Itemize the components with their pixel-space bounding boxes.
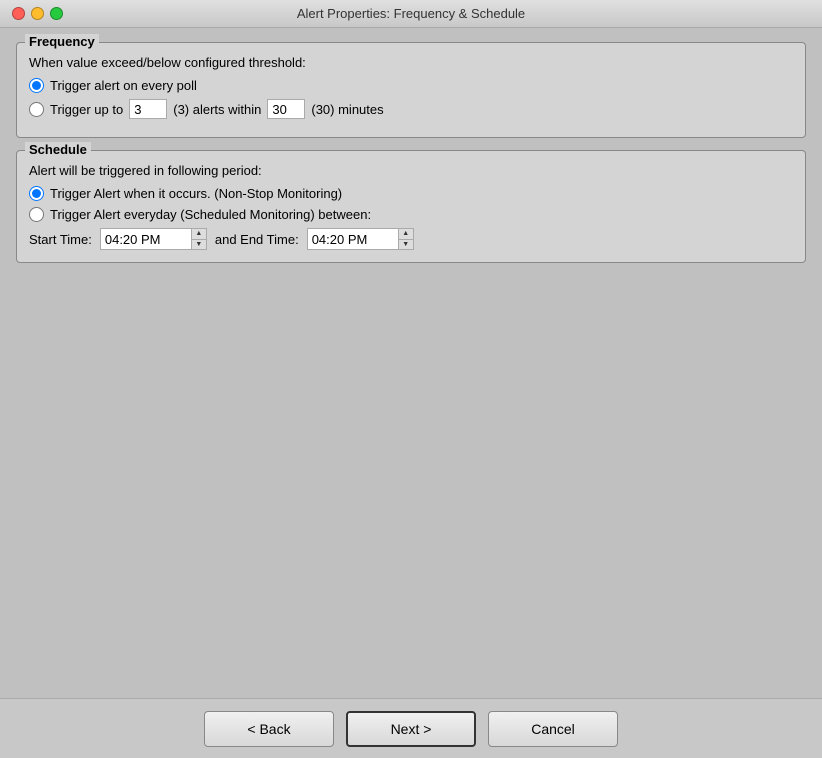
schedule-radio1-label: Trigger Alert when it occurs. (Non-Stop … <box>50 186 342 201</box>
frequency-radio1-label: Trigger alert on every poll <box>50 78 197 93</box>
schedule-section: Schedule Alert will be triggered in foll… <box>16 150 806 263</box>
frequency-description: When value exceed/below configured thres… <box>29 55 793 70</box>
time-row: Start Time: ▲ ▼ and End Time: ▲ ▼ <box>29 228 793 250</box>
main-content: Frequency When value exceed/below config… <box>0 28 822 698</box>
end-time-input[interactable] <box>308 229 398 249</box>
end-time-label: and End Time: <box>215 232 299 247</box>
schedule-radio2-label: Trigger Alert everyday (Scheduled Monito… <box>50 207 371 222</box>
frequency-radio2-prefix: Trigger up to <box>50 102 123 117</box>
window-controls[interactable] <box>12 7 63 20</box>
cancel-button[interactable]: Cancel <box>488 711 618 747</box>
schedule-description: Alert will be triggered in following per… <box>29 163 793 178</box>
frequency-legend: Frequency <box>25 34 99 49</box>
end-time-wrapper: ▲ ▼ <box>307 228 414 250</box>
frequency-radio1[interactable] <box>29 78 44 93</box>
schedule-radio1[interactable] <box>29 186 44 201</box>
end-time-down[interactable]: ▼ <box>399 240 413 250</box>
start-time-spinner[interactable]: ▲ ▼ <box>191 229 206 249</box>
back-label: < Back <box>247 721 290 737</box>
start-time-input[interactable] <box>101 229 191 249</box>
next-button[interactable]: Next > <box>346 711 476 747</box>
end-time-spinner[interactable]: ▲ ▼ <box>398 229 413 249</box>
maximize-button[interactable] <box>50 7 63 20</box>
start-time-wrapper: ▲ ▼ <box>100 228 207 250</box>
schedule-radio2[interactable] <box>29 207 44 222</box>
close-button[interactable] <box>12 7 25 20</box>
cancel-label: Cancel <box>531 721 575 737</box>
frequency-section: Frequency When value exceed/below config… <box>16 42 806 138</box>
minimize-button[interactable] <box>31 7 44 20</box>
frequency-radio2-suffix: (30) minutes <box>311 102 383 117</box>
title-bar: Alert Properties: Frequency & Schedule <box>0 0 822 28</box>
schedule-radio2-row: Trigger Alert everyday (Scheduled Monito… <box>29 207 793 222</box>
frequency-radio2[interactable] <box>29 102 44 117</box>
back-button[interactable]: < Back <box>204 711 334 747</box>
schedule-legend: Schedule <box>25 142 91 157</box>
end-time-up[interactable]: ▲ <box>399 229 413 240</box>
next-label: Next > <box>391 721 432 737</box>
frequency-radio2-middle1: (3) alerts within <box>173 102 261 117</box>
frequency-minutes-input[interactable] <box>267 99 305 119</box>
schedule-radio1-row: Trigger Alert when it occurs. (Non-Stop … <box>29 186 793 201</box>
start-time-up[interactable]: ▲ <box>192 229 206 240</box>
frequency-radio2-row: Trigger up to (3) alerts within (30) min… <box>29 99 793 119</box>
footer: < Back Next > Cancel <box>0 698 822 758</box>
frequency-count-input[interactable] <box>129 99 167 119</box>
start-time-label: Start Time: <box>29 232 92 247</box>
start-time-down[interactable]: ▼ <box>192 240 206 250</box>
window-title: Alert Properties: Frequency & Schedule <box>297 6 525 21</box>
frequency-radio1-row: Trigger alert on every poll <box>29 78 793 93</box>
